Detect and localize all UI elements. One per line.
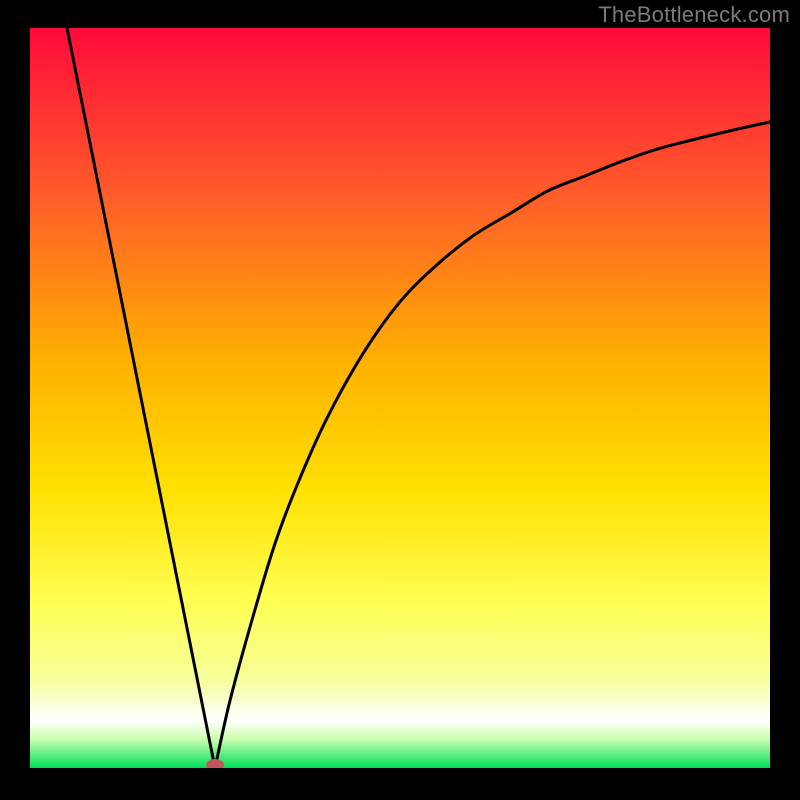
chart-svg	[30, 28, 770, 768]
watermark-text: TheBottleneck.com	[598, 2, 790, 28]
chart-frame: TheBottleneck.com	[0, 0, 800, 800]
chart-plot-area	[30, 28, 770, 768]
